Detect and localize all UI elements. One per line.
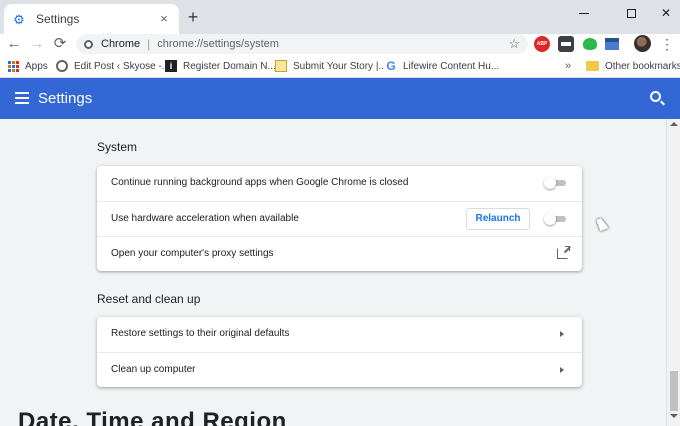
site-info-icon[interactable] [84, 39, 93, 49]
omnibox-separator: | [147, 37, 151, 51]
setting-label: Use hardware acceleration when available [111, 213, 299, 224]
settings-content: System Continue running background apps … [0, 119, 666, 426]
arrow-right-icon [560, 331, 564, 337]
calendar-icon[interactable] [604, 36, 620, 52]
hamburger-menu-icon[interactable] [15, 92, 29, 104]
setting-label: Restore settings to their original defau… [111, 328, 290, 339]
minimize-button[interactable] [574, 4, 594, 22]
i-icon: i [165, 60, 177, 72]
bookmarks-bar: Apps Edit Post ‹ Skyose -... i Register … [0, 54, 680, 78]
bookmark-label: Edit Post ‹ Skyose -... [74, 60, 171, 72]
scrollbar-thumb[interactable] [670, 371, 678, 411]
extension-icon[interactable] [558, 36, 574, 52]
site-label: Chrome [101, 38, 141, 50]
adblock-icon[interactable]: ABP [534, 36, 550, 52]
forward-button[interactable]: → [28, 34, 46, 54]
setting-row-clean-up[interactable]: Clean up computer [97, 352, 582, 387]
background-apps-toggle[interactable] [544, 177, 566, 189]
bookmark-label: Register Domain N... [183, 60, 276, 72]
bookmark-star-icon[interactable]: ☆ [508, 36, 520, 52]
profile-avatar[interactable] [634, 35, 651, 52]
setting-row-restore-defaults[interactable]: Restore settings to their original defau… [97, 317, 582, 352]
address-bar[interactable]: Chrome | chrome://settings/system ☆ [76, 34, 528, 54]
search-icon[interactable] [650, 91, 665, 106]
other-bookmarks[interactable]: Other bookmarks [586, 58, 680, 74]
note-icon [275, 60, 287, 72]
setting-label: Open your computer's proxy settings [111, 248, 274, 259]
tab-strip: ⚙ Settings × + ✕ [0, 0, 680, 34]
maximize-button[interactable] [621, 4, 641, 22]
more-bookmarks-chevron-icon[interactable]: » [565, 58, 571, 74]
page-scrollbar[interactable] [666, 119, 680, 426]
reset-card: Restore settings to their original defau… [97, 317, 582, 387]
setting-label: Continue running background apps when Go… [111, 177, 409, 188]
section-title-system: System [97, 140, 138, 154]
maximize-icon [626, 9, 636, 19]
setting-label: Clean up computer [111, 364, 196, 375]
relaunch-button[interactable]: Relaunch [466, 208, 530, 230]
toolbar: ← → ⟳ Chrome | chrome://settings/system … [0, 34, 680, 54]
bookmark-edit-post[interactable]: Edit Post ‹ Skyose -... [56, 58, 170, 74]
settings-header: Settings [0, 78, 680, 119]
setting-row-proxy[interactable]: Open your computer's proxy settings [97, 236, 582, 271]
scroll-up-arrow-icon[interactable] [670, 122, 678, 126]
new-tab-button[interactable]: + [184, 8, 202, 26]
back-button[interactable]: ← [5, 34, 23, 54]
page-title: Settings [38, 90, 93, 107]
other-bookmarks-label: Other bookmarks [605, 60, 680, 72]
setting-row-hardware-acceleration[interactable]: Use hardware acceleration when available… [97, 201, 582, 236]
close-tab-icon[interactable]: × [157, 12, 171, 26]
evernote-icon[interactable] [582, 36, 598, 52]
hardware-acceleration-toggle[interactable] [544, 213, 566, 225]
google-icon: G [385, 59, 397, 73]
open-external-icon[interactable] [557, 246, 571, 259]
globe-icon [56, 60, 68, 72]
bookmark-label: Apps [25, 60, 48, 72]
tab-title: Settings [36, 12, 80, 26]
folder-icon [586, 61, 599, 71]
url-text[interactable]: chrome://settings/system [157, 38, 279, 50]
tab-settings[interactable]: ⚙ Settings × [4, 4, 179, 34]
bookmark-lifewire[interactable]: G Lifewire Content Hu... [385, 58, 499, 74]
system-card: Continue running background apps when Go… [97, 166, 582, 271]
gear-icon: ⚙ [13, 11, 25, 27]
minimize-icon [579, 13, 589, 15]
scroll-down-arrow-icon[interactable] [670, 414, 678, 418]
section-title-reset: Reset and clean up [97, 292, 201, 306]
menu-kebab-icon[interactable]: ⋮ [660, 34, 674, 54]
apps-grid-icon [8, 60, 19, 72]
bookmark-register-domain[interactable]: i Register Domain N... [165, 58, 276, 74]
setting-row-background-apps[interactable]: Continue running background apps when Go… [97, 166, 582, 201]
reload-button[interactable]: ⟳ [51, 34, 69, 54]
cropped-heading: Date, Time and Region [18, 408, 287, 426]
arrow-right-icon [560, 367, 564, 373]
bookmark-label: Submit Your Story |... [293, 60, 387, 72]
bookmark-apps[interactable]: Apps [8, 58, 48, 74]
close-window-button[interactable]: ✕ [656, 4, 676, 22]
bookmark-label: Lifewire Content Hu... [403, 60, 500, 72]
bookmark-submit-story[interactable]: Submit Your Story |... [275, 58, 387, 74]
